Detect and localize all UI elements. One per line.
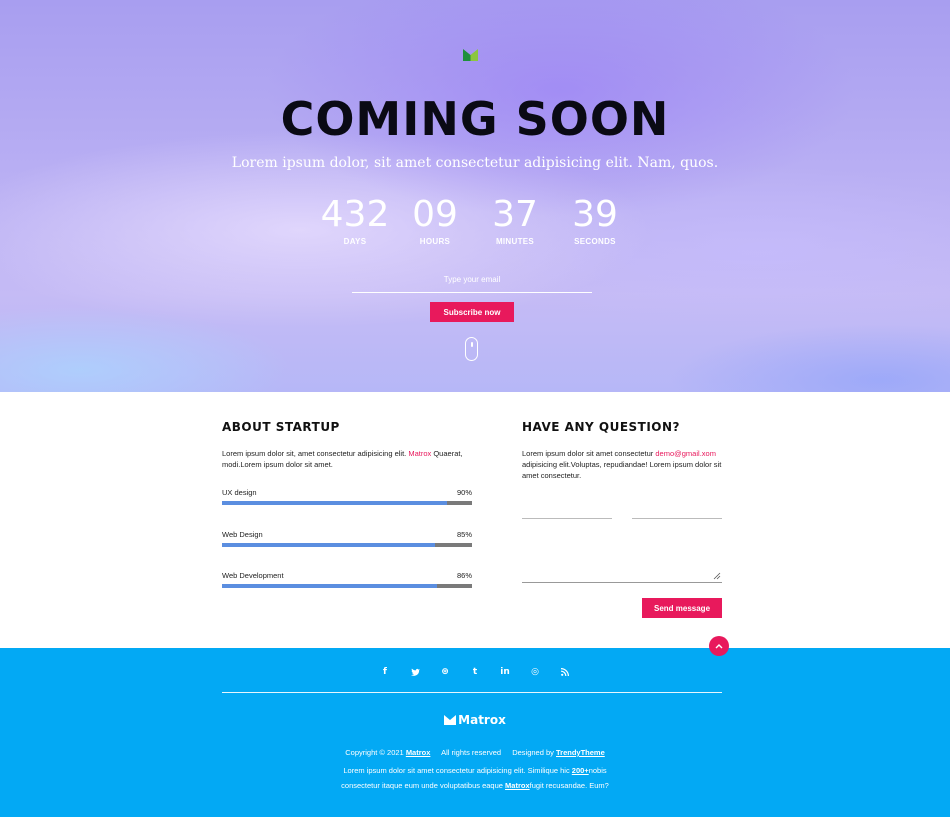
countdown-value: 09 [412,194,458,235]
skill-web-design: Web Design 85% [222,530,472,547]
message-field[interactable] [522,540,722,583]
contact-text-part: Lorem ipsum dolor sit amet consectetur [522,449,656,458]
rights-text: All rights reserved [441,748,502,757]
social-links: f ⊛ t in ◎ [0,665,950,679]
instagram-icon[interactable]: ◎ [520,665,550,679]
skill-bar-fill [222,584,437,588]
about-text-part: Lorem ipsum dolor sit, amet consectetur … [222,449,409,458]
skill-bar [222,501,472,505]
hero-section: COMING SOON Lorem ipsum dolor, sit amet … [0,0,950,392]
about-section: ABOUT STARTUP Lorem ipsum dolor sit, ame… [222,420,472,588]
rss-icon[interactable] [550,665,580,679]
subscribe-form [352,269,592,293]
footer-brand: Matrox [458,713,506,727]
footer-matrox-link[interactable]: Matrox [505,781,530,790]
contact-text-part: adipisicing elit.Voluptas, repudiandae! … [522,460,722,480]
skill-bar [222,543,472,547]
skill-percent: 86% [456,571,472,580]
send-message-button[interactable]: Send message [642,598,722,618]
countdown-minutes: 37 MINUTES [475,194,555,247]
skill-percent: 90% [456,488,472,497]
countdown-hours: 09 HOURS [395,194,475,247]
countdown-value: 432 [320,194,390,235]
hero-subtitle: Lorem ipsum dolor, sit amet consectetur … [231,155,719,171]
name-field[interactable] [522,504,612,519]
contact-text: Lorem ipsum dolor sit amet consectetur d… [522,448,722,481]
skill-bar [222,584,472,588]
page-title: COMING SOON [280,92,670,146]
skill-bar-fill [222,501,447,505]
countdown-value: 37 [492,194,538,235]
scroll-down-mouse-icon[interactable] [465,337,478,361]
countdown-label: SECONDS [574,237,616,246]
contact-section: HAVE ANY QUESTION? Lorem ipsum dolor sit… [522,420,722,618]
skill-name: Web Development [222,571,284,580]
countdown-label: DAYS [343,237,367,246]
footer-divider [222,692,722,693]
matrox-logo-icon [444,715,457,725]
countdown: 432 DAYS 09 HOURS 37 MINUTES 39 SECONDS [0,194,950,247]
email-field[interactable] [632,504,722,519]
linkedin-icon[interactable]: in [490,665,520,679]
designed-by-text: Designed by [512,748,554,757]
footer-desc-text: fugit recusandae. Eum? [529,781,609,790]
contact-title: HAVE ANY QUESTION? [522,420,681,434]
skill-bar-fill [222,543,435,547]
skill-name: UX design [222,488,257,497]
countdown-value: 39 [572,194,618,235]
twitter-icon[interactable] [400,665,430,679]
tumblr-icon[interactable]: t [460,665,490,679]
copyright-brand-link[interactable]: Matrox [406,748,431,757]
resize-grip-icon[interactable] [713,572,721,580]
matrox-logo-icon [463,49,478,61]
copyright-line: Copyright © 2021 Matrox All rights reser… [0,748,950,757]
footer-description: Lorem ipsum dolor sit amet consectetur a… [0,763,950,793]
email-input[interactable] [352,273,592,293]
footer-desc-text: consectetur itaque eum unde voluptatibus… [341,781,506,790]
footer-logo[interactable]: Matrox [0,713,950,727]
about-title: ABOUT STARTUP [222,420,340,434]
skill-web-development: Web Development 86% [222,571,472,588]
skill-name: Web Design [222,530,263,539]
about-text: Lorem ipsum dolor sit, amet consectetur … [222,448,472,470]
skill-ux-design: UX design 90% [222,488,472,505]
chevron-up-icon [715,644,723,649]
footer-desc-text: nobis [588,766,607,775]
footer-desc-text: Lorem ipsum dolor sit amet consectetur a… [343,766,572,775]
dribbble-icon[interactable]: ⊛ [430,665,460,679]
countdown-seconds: 39 SECONDS [555,194,635,247]
subscribe-button[interactable]: Subscribe now [430,302,514,322]
copyright-text: Copyright © 2021 [345,748,404,757]
facebook-icon[interactable]: f [370,665,400,679]
countdown-label: HOURS [419,237,451,246]
back-to-top-button[interactable] [709,636,729,656]
footer-200-link[interactable]: 200+ [572,766,589,775]
skill-percent: 85% [456,530,472,539]
designer-link[interactable]: TrendyTheme [556,748,605,757]
contact-email-link[interactable]: demo@gmail.xom [655,449,716,458]
countdown-label: MINUTES [495,237,535,246]
brand-highlight: Matrox [408,449,432,458]
countdown-days: 432 DAYS [315,194,395,247]
